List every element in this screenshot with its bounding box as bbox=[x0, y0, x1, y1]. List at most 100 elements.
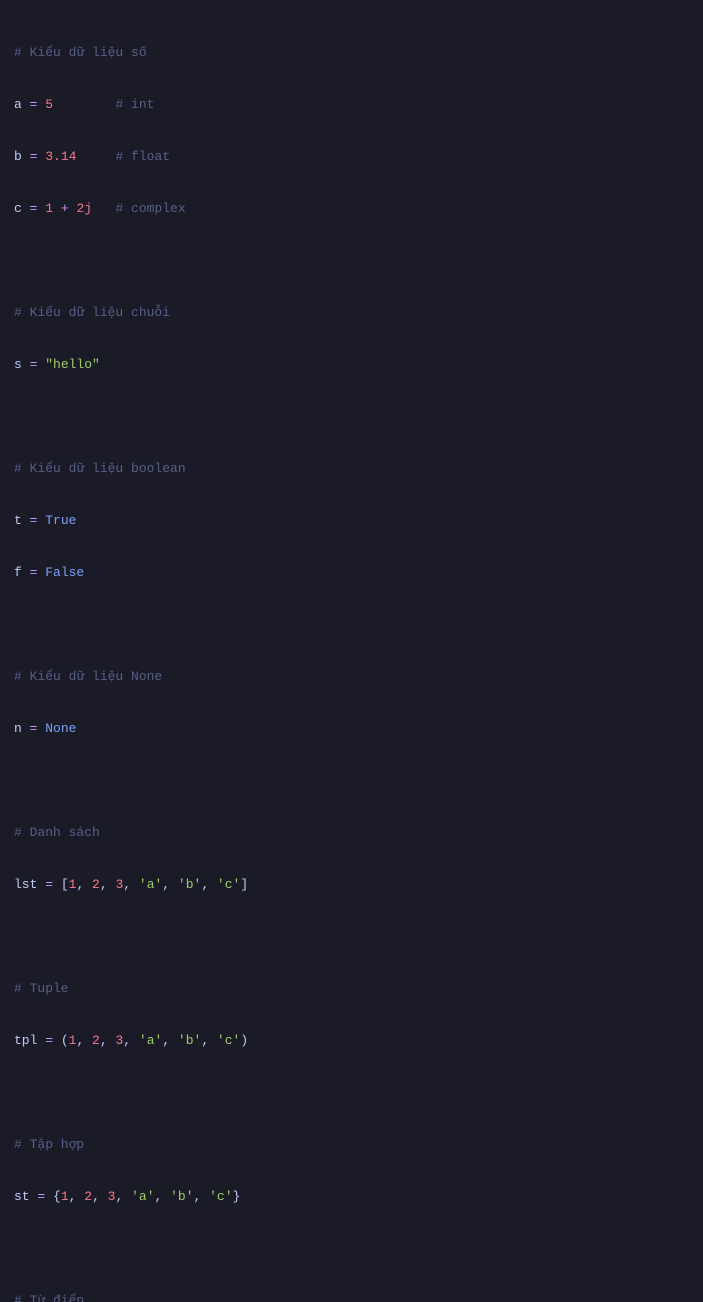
space bbox=[53, 97, 115, 112]
comment: # Danh sách bbox=[14, 825, 100, 840]
blank-line bbox=[14, 612, 689, 638]
code-line: s = "hello" bbox=[14, 352, 689, 378]
punct: , bbox=[123, 1033, 139, 1048]
blank-line bbox=[14, 924, 689, 950]
punct: , bbox=[162, 1033, 178, 1048]
code-line: # Kiểu dữ liệu chuỗi bbox=[14, 300, 689, 326]
bracket: } bbox=[233, 1189, 241, 1204]
number: 2 bbox=[92, 1033, 100, 1048]
variable: tpl bbox=[14, 1033, 37, 1048]
code-block: # Kiểu dữ liệu số a = 5 # int b = 3.14 #… bbox=[14, 14, 689, 1302]
number: 2 bbox=[92, 877, 100, 892]
punct: , bbox=[123, 877, 139, 892]
code-line: lst = [1, 2, 3, 'a', 'b', 'c'] bbox=[14, 872, 689, 898]
code-line: st = {1, 2, 3, 'a', 'b', 'c'} bbox=[14, 1184, 689, 1210]
space bbox=[92, 201, 115, 216]
code-line: c = 1 + 2j # complex bbox=[14, 196, 689, 222]
punct: , bbox=[155, 1189, 171, 1204]
punct: , bbox=[76, 877, 92, 892]
number: 5 bbox=[45, 97, 53, 112]
operator: = bbox=[30, 1189, 53, 1204]
blank-line bbox=[14, 1080, 689, 1106]
comment: # Kiểu dữ liệu None bbox=[14, 669, 162, 684]
variable: a bbox=[14, 97, 22, 112]
code-line: # Tuple bbox=[14, 976, 689, 1002]
variable: c bbox=[14, 201, 22, 216]
bracket: ) bbox=[240, 1033, 248, 1048]
punct: , bbox=[162, 877, 178, 892]
code-line: # Tập hợp bbox=[14, 1132, 689, 1158]
operator: = bbox=[22, 565, 45, 580]
code-line: tpl = (1, 2, 3, 'a', 'b', 'c') bbox=[14, 1028, 689, 1054]
string: 'b' bbox=[170, 1189, 193, 1204]
comment: # complex bbox=[115, 201, 185, 216]
string: 'a' bbox=[131, 1189, 154, 1204]
space bbox=[76, 149, 115, 164]
variable: b bbox=[14, 149, 22, 164]
bracket: ] bbox=[240, 877, 248, 892]
bracket: ( bbox=[61, 1033, 69, 1048]
string: 'a' bbox=[139, 1033, 162, 1048]
comment: # Kiểu dữ liệu chuỗi bbox=[14, 305, 170, 320]
punct: , bbox=[194, 1189, 210, 1204]
number: 1 bbox=[45, 201, 53, 216]
string: 'b' bbox=[178, 877, 201, 892]
code-line: # Danh sách bbox=[14, 820, 689, 846]
punct: , bbox=[100, 1033, 116, 1048]
variable: f bbox=[14, 565, 22, 580]
punct: , bbox=[76, 1033, 92, 1048]
comment: # Kiểu dữ liệu boolean bbox=[14, 461, 186, 476]
operator: = bbox=[37, 1033, 60, 1048]
code-line: b = 3.14 # float bbox=[14, 144, 689, 170]
variable: n bbox=[14, 721, 22, 736]
number: 1 bbox=[61, 1189, 69, 1204]
comment: # int bbox=[115, 97, 154, 112]
number: 3 bbox=[115, 877, 123, 892]
code-line: t = True bbox=[14, 508, 689, 534]
variable: st bbox=[14, 1189, 30, 1204]
string: 'c' bbox=[217, 1033, 240, 1048]
blank-line bbox=[14, 1236, 689, 1262]
comment: # Kiểu dữ liệu số bbox=[14, 45, 147, 60]
code-line: # Kiểu dữ liệu None bbox=[14, 664, 689, 690]
string: 'c' bbox=[209, 1189, 232, 1204]
punct: , bbox=[69, 1189, 85, 1204]
punct: , bbox=[201, 1033, 217, 1048]
operator: = bbox=[22, 201, 45, 216]
code-line: # Kiểu dữ liệu số bbox=[14, 40, 689, 66]
operator: = bbox=[22, 721, 45, 736]
comment: # Tập hợp bbox=[14, 1137, 84, 1152]
operator: = bbox=[22, 513, 45, 528]
keyword: None bbox=[45, 721, 76, 736]
number: 1 bbox=[69, 1033, 77, 1048]
punct: , bbox=[115, 1189, 131, 1204]
blank-line bbox=[14, 404, 689, 430]
comment: # Tuple bbox=[14, 981, 69, 996]
code-line: # Kiểu dữ liệu boolean bbox=[14, 456, 689, 482]
number: 2 bbox=[84, 1189, 92, 1204]
number: 3.14 bbox=[45, 149, 76, 164]
punct: , bbox=[92, 1189, 108, 1204]
bracket: [ bbox=[61, 877, 69, 892]
number: 3 bbox=[115, 1033, 123, 1048]
string: 'b' bbox=[178, 1033, 201, 1048]
string: "hello" bbox=[45, 357, 100, 372]
operator: + bbox=[53, 201, 76, 216]
blank-line bbox=[14, 768, 689, 794]
keyword: True bbox=[45, 513, 76, 528]
keyword: False bbox=[45, 565, 84, 580]
variable: lst bbox=[14, 877, 37, 892]
punct: , bbox=[201, 877, 217, 892]
operator: = bbox=[22, 357, 45, 372]
variable: s bbox=[14, 357, 22, 372]
operator: = bbox=[22, 149, 45, 164]
comment: # float bbox=[115, 149, 170, 164]
code-line: n = None bbox=[14, 716, 689, 742]
operator: = bbox=[22, 97, 45, 112]
number: 3 bbox=[108, 1189, 116, 1204]
code-line: # Từ điển bbox=[14, 1288, 689, 1302]
string: 'c' bbox=[217, 877, 240, 892]
operator: = bbox=[37, 877, 60, 892]
code-line: a = 5 # int bbox=[14, 92, 689, 118]
code-line: f = False bbox=[14, 560, 689, 586]
